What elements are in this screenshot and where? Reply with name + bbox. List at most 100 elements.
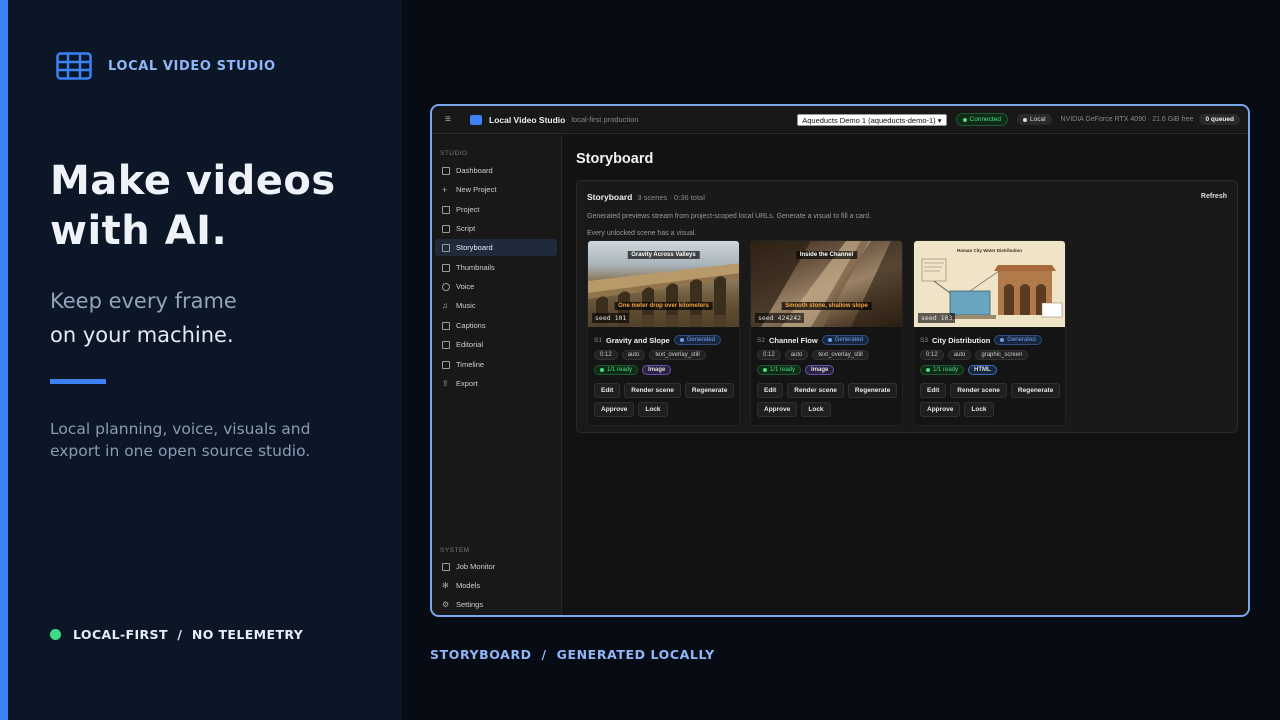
- brand-name: LOCAL VIDEO STUDIO: [108, 58, 276, 74]
- hero-line-1: Make videos: [50, 158, 336, 204]
- hero-title: Make videos with AI.: [50, 156, 336, 256]
- lock-button[interactable]: Lock: [638, 402, 668, 417]
- sidebar-heading-system: SYSTEM: [440, 547, 470, 554]
- approve-button[interactable]: Approve: [757, 402, 798, 417]
- mode-chip: auto: [947, 350, 972, 360]
- left-panel: [0, 0, 402, 720]
- panel-status-note: Every unlocked scene has a visual.: [587, 230, 697, 237]
- mode-chip: auto: [621, 350, 646, 360]
- editorial-icon: [442, 340, 450, 349]
- refresh-button[interactable]: Refresh: [1201, 193, 1227, 200]
- approve-button[interactable]: Approve: [920, 402, 961, 417]
- scene-actions: Edit Render scene Regenerate: [757, 383, 902, 398]
- film-grid-icon: [56, 52, 92, 80]
- scene-card[interactable]: Inside the Channel Smooth stone, shallow…: [750, 240, 903, 426]
- seed-label: seed 101: [592, 313, 630, 323]
- scene-status: 1/1 ready HTML: [920, 365, 1065, 375]
- scene-thumbnail[interactable]: Inside the Channel Smooth stone, shallow…: [751, 241, 902, 327]
- scene-number: S3: [920, 336, 928, 344]
- scene-card[interactable]: Gravity Across Valleys One meter drop ov…: [587, 240, 740, 426]
- sidebar-item-timeline[interactable]: Timeline: [435, 356, 557, 373]
- sidebar-item-editorial[interactable]: Editorial: [435, 336, 557, 353]
- lock-button[interactable]: Lock: [964, 402, 994, 417]
- generated-badge: Generated: [994, 335, 1042, 345]
- sidebar-item-project[interactable]: Project: [435, 201, 557, 218]
- scene-actions: Edit Render scene Regenerate: [920, 383, 1065, 398]
- project-select[interactable]: Aqueducts Demo 1 (aqueducts-demo-1) ▾: [797, 113, 947, 126]
- ready-dot: [600, 368, 604, 372]
- generated-badge: Generated: [821, 335, 870, 345]
- scene-status: 1/1 ready Image: [757, 365, 902, 375]
- menu-icon[interactable]: ≡: [445, 114, 457, 125]
- sidebar-item-label: Dashboard: [456, 166, 493, 175]
- sidebar-item-label: Project: [456, 205, 480, 214]
- lock-button[interactable]: Lock: [801, 402, 831, 417]
- thumbnail-title: Gravity Across Valleys: [627, 251, 700, 259]
- ready-badge: 1/1 ready: [594, 365, 639, 375]
- scene-actions-2: Approve Lock: [594, 402, 739, 417]
- ready-badge: 1/1 ready: [757, 365, 802, 375]
- footer-badge: LOCAL-FIRST / NO TELEMETRY: [50, 627, 303, 642]
- sidebar-item-export[interactable]: ⇪ Export: [435, 375, 557, 392]
- panel-title: Storyboard: [587, 192, 633, 202]
- sidebar-item-label: Export: [456, 379, 478, 388]
- sidebar-item-script[interactable]: Script: [435, 220, 557, 237]
- scene-status: 1/1 ready Image: [594, 365, 739, 375]
- scene-number: S2: [757, 336, 765, 344]
- description: Local planning, voice, visuals and expor…: [50, 420, 311, 460]
- queue-badge[interactable]: 0 queued: [1199, 114, 1240, 125]
- timeline-icon: [442, 360, 450, 369]
- render-scene-button[interactable]: Render scene: [787, 383, 844, 398]
- generated-label: Generated: [1007, 337, 1036, 343]
- monitor-icon: [442, 562, 450, 571]
- storyboard-panel: Storyboard 3 scenes · 0:36 total Refresh …: [576, 180, 1238, 433]
- accent-bar: [0, 0, 8, 720]
- duration-chip: 0:12: [594, 350, 618, 360]
- scene-number: S1: [594, 336, 602, 344]
- scene-thumbnail[interactable]: Gravity Across Valleys One meter drop ov…: [588, 241, 739, 327]
- sidebar-item-label: Job Monitor: [456, 562, 496, 571]
- page-title: Storyboard: [576, 151, 654, 167]
- sidebar-item-label: Thumbnails: [456, 263, 495, 272]
- sidebar-item-music[interactable]: ♫ Music: [435, 297, 557, 314]
- subtitle-line-2: on your machine.: [50, 323, 234, 347]
- approve-button[interactable]: Approve: [594, 402, 635, 417]
- edit-button[interactable]: Edit: [920, 383, 947, 398]
- scene-thumbnail[interactable]: Roman City Water Distribution seed 103: [914, 241, 1065, 327]
- sidebar-item-thumbnails[interactable]: Thumbnails: [435, 259, 557, 276]
- edit-button[interactable]: Edit: [757, 383, 784, 398]
- sidebar-item-models[interactable]: ✻ Models: [435, 577, 557, 594]
- subtitle-line-1: Keep every frame: [50, 289, 237, 313]
- connected-dot: [962, 117, 967, 122]
- mode-chip: auto: [784, 350, 809, 360]
- sidebar-item-captions[interactable]: Captions: [435, 317, 557, 334]
- regenerate-button[interactable]: Regenerate: [847, 383, 898, 398]
- connected-badge: Connected: [955, 113, 1008, 126]
- render-scene-button[interactable]: Render scene: [624, 383, 681, 398]
- scene-actions-2: Approve Lock: [757, 402, 902, 417]
- gear-icon: ⚙: [442, 599, 450, 609]
- layout-chip: graphic_screen: [975, 350, 1029, 360]
- edit-button[interactable]: Edit: [594, 383, 621, 398]
- status-dot: [50, 629, 61, 640]
- sidebar-item-settings[interactable]: ⚙ Settings: [435, 596, 557, 613]
- sidebar-item-dashboard[interactable]: Dashboard: [435, 162, 557, 179]
- models-icon: ✻: [442, 580, 449, 590]
- ready-badge: 1/1 ready: [920, 365, 965, 375]
- folder-icon: [442, 205, 450, 214]
- scene-card[interactable]: Roman City Water Distribution seed 103 S…: [913, 240, 1066, 426]
- sidebar-item-label: New Project: [456, 185, 497, 194]
- scene-meta: 0:12 auto graphic_screen: [920, 350, 1065, 360]
- regenerate-button[interactable]: Regenerate: [684, 383, 735, 398]
- sidebar-item-new-project[interactable]: + New Project: [435, 181, 557, 198]
- sidebar-item-storyboard[interactable]: Storyboard: [435, 239, 557, 256]
- regenerate-button[interactable]: Regenerate: [1010, 383, 1061, 398]
- document-icon: [442, 224, 450, 233]
- sidebar-item-job-monitor[interactable]: Job Monitor: [435, 558, 557, 575]
- generated-badge: Generated: [673, 335, 722, 345]
- ready-dot: [926, 368, 930, 372]
- render-scene-button[interactable]: Render scene: [950, 383, 1007, 398]
- screenshot-caption: STORYBOARD / GENERATED LOCALLY: [430, 647, 715, 662]
- sidebar-item-label: Models: [456, 581, 481, 590]
- sidebar-item-voice[interactable]: Voice: [435, 278, 557, 295]
